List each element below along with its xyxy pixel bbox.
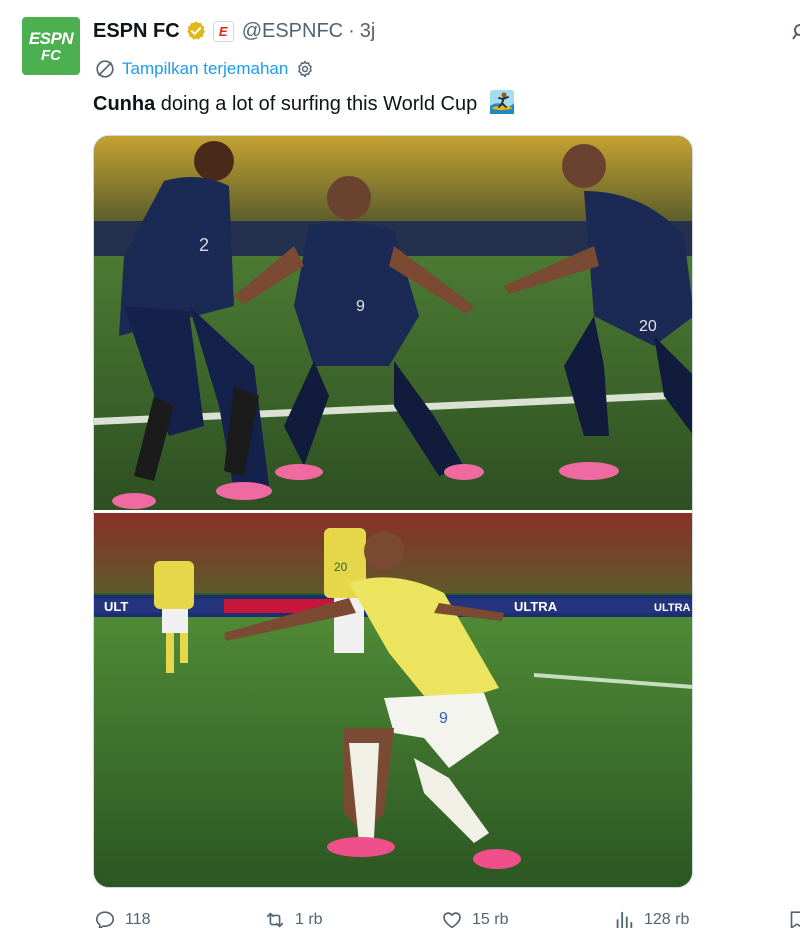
ad-board-text-1: ULT <box>104 599 128 614</box>
repost-icon <box>266 912 284 928</box>
tweet-text-body: doing a lot of surfing this World Cup <box>155 93 478 115</box>
account-avatar[interactable]: ESPN FC <box>22 17 80 75</box>
translate-globe-icon <box>96 60 114 78</box>
ad-board-text-3: ULTRA <box>654 602 691 614</box>
shirt-number-center: 9 <box>356 298 365 315</box>
views-count: 128 rb <box>644 911 690 928</box>
avatar-logo-text: ESPN <box>28 28 74 48</box>
account-handle[interactable]: @ESPNFC <box>242 20 343 43</box>
tweet-actions: 118 1 rb 15 rb 128 rb <box>0 906 800 928</box>
like-count: 15 rb <box>472 911 509 928</box>
reply-icon <box>95 911 115 928</box>
tweet-text-bold: Cunha <box>93 93 156 115</box>
shirt-number-left: 2 <box>199 235 209 255</box>
reply-count: 118 <box>125 911 151 928</box>
avatar-logo-subtext: FC <box>41 46 61 64</box>
views-button[interactable]: 128 rb <box>613 906 689 928</box>
repost-button[interactable]: 1 rb <box>264 906 323 928</box>
shirt-number-background: 20 <box>334 560 348 574</box>
affiliate-badge[interactable]: E <box>212 20 234 42</box>
bookmark-icon <box>790 911 800 928</box>
tweet-header: ESPN FC E @ESPNFC · 3j <box>93 18 375 44</box>
verified-badge-icon[interactable] <box>185 20 207 42</box>
media-photo-1[interactable]: 2 9 20 <box>94 136 692 510</box>
translate-label[interactable]: Tampilkan terjemahan <box>122 59 288 79</box>
photo-2-illustration: ULT ULTRA ULTRA 20 9 <box>94 513 692 887</box>
meta-separator: · <box>348 19 355 42</box>
photo-1-illustration: 2 9 20 <box>94 136 692 510</box>
tweet-text: Cunha doing a lot of surfing this World … <box>93 89 515 117</box>
reply-button[interactable]: 118 <box>94 906 151 928</box>
shirt-number-main: 9 <box>439 710 448 727</box>
shirt-number-right: 20 <box>639 318 657 335</box>
surfer-emoji-icon <box>489 90 514 114</box>
repost-count: 1 rb <box>295 911 323 928</box>
more-icon[interactable] <box>790 22 800 42</box>
heart-icon <box>443 912 461 928</box>
tweet-time[interactable]: 3j <box>360 20 376 43</box>
bookmark-button[interactable] <box>786 906 800 928</box>
like-button[interactable]: 15 rb <box>441 906 508 928</box>
gear-icon[interactable] <box>295 59 315 79</box>
views-chart-icon <box>616 911 633 928</box>
translate-link[interactable]: Tampilkan terjemahan <box>94 57 315 81</box>
media-photo-2[interactable]: ULT ULTRA ULTRA 20 9 <box>94 513 692 887</box>
tweet-media[interactable]: 2 9 20 ULT ULTRA ULTRA 20 9 <box>93 135 693 888</box>
display-name[interactable]: ESPN FC <box>93 20 180 43</box>
ad-board-text-2: ULTRA <box>514 599 558 614</box>
